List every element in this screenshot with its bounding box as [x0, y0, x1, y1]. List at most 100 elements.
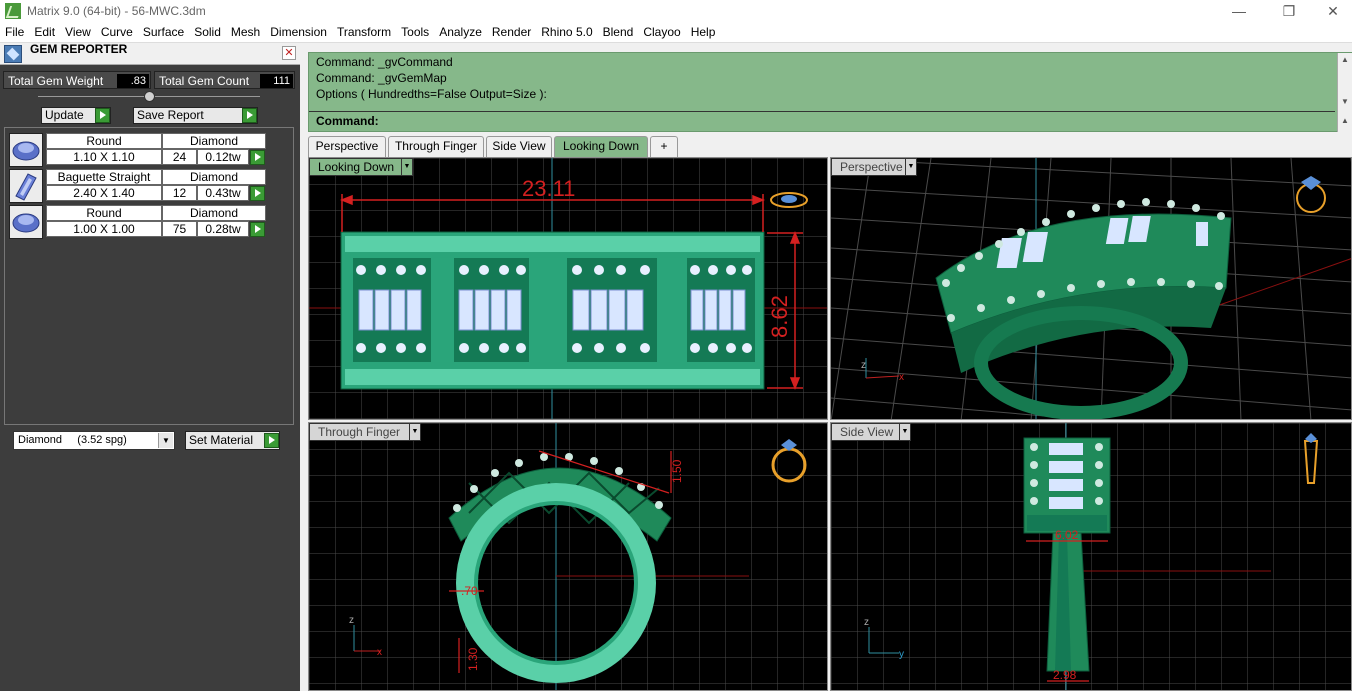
save-report-label: Save Report [137, 108, 204, 122]
menu-curve[interactable]: Curve [96, 25, 138, 39]
menu-transform[interactable]: Transform [332, 25, 396, 39]
svg-text:y: y [899, 649, 904, 660]
gem-weight: 0.12tw [197, 149, 249, 165]
total-gem-count-box: Total Gem Count 111 [154, 71, 295, 89]
svg-text:x: x [377, 647, 382, 658]
ring-view-icon [1296, 176, 1326, 213]
dim-label-b: .70 [461, 584, 478, 598]
title-bar: Matrix 9.0 (64-bit) - 56-MWC.3dm — ❐ ✕ [0, 0, 1352, 22]
minimize-button[interactable]: — [1216, 0, 1262, 22]
gem-row[interactable]: Round Diamond 1.10 X 1.10 24 0.12tw [9, 133, 269, 167]
menu-bar: File Edit View Curve Surface Solid Mesh … [0, 22, 1352, 43]
tab-through-finger[interactable]: Through Finger [388, 136, 484, 157]
gem-row[interactable]: Baguette Straight Diamond 2.40 X 1.40 12… [9, 169, 269, 203]
menu-file[interactable]: File [0, 25, 29, 39]
gem-count: 75 [162, 221, 197, 237]
command-line: Command: _gvCommand [316, 55, 453, 69]
svg-text:z: z [349, 615, 354, 626]
menu-clayoo[interactable]: Clayoo [638, 25, 685, 39]
round-gem-icon [9, 133, 43, 167]
gem-weight: 0.43tw [197, 185, 249, 201]
window-title: Matrix 9.0 (64-bit) - 56-MWC.3dm [27, 4, 206, 18]
panel-close-button[interactable]: ✕ [282, 46, 296, 60]
menu-analyze[interactable]: Analyze [434, 25, 487, 39]
gem-reporter-panel: GEM REPORTER ✕ Total Gem Weight .83 Tota… [0, 43, 300, 691]
chevron-down-icon[interactable]: ▼ [899, 423, 910, 441]
command-line: Options ( Hundredths=False Output=Size )… [316, 87, 547, 101]
update-button[interactable]: Update [41, 107, 111, 124]
material-select-value: Diamond (3.52 spg) [18, 434, 127, 446]
gem-material: Diamond [162, 133, 266, 149]
total-gem-count-label: Total Gem Count [159, 74, 250, 88]
dim-label-a: 6.02 [1055, 528, 1079, 542]
total-gem-weight-label: Total Gem Weight [8, 74, 104, 88]
menu-surface[interactable]: Surface [138, 25, 189, 39]
gem-count: 24 [162, 149, 197, 165]
gem-shape: Baguette Straight [46, 169, 162, 185]
gem-select-button[interactable] [250, 150, 265, 165]
gem-count: 12 [162, 185, 197, 201]
gem-row[interactable]: Round Diamond 1.00 X 1.00 75 0.28tw [9, 205, 269, 239]
menu-help[interactable]: Help [686, 25, 721, 39]
viewport-tabs: Perspective Through Finger Side View Loo… [308, 136, 1352, 157]
dim-width-label: 23.11 [522, 176, 575, 201]
chevron-down-icon[interactable]: ▼ [409, 423, 420, 441]
gem-list: Round Diamond 1.10 X 1.10 24 0.12tw Bagu… [4, 127, 294, 425]
play-icon [264, 433, 279, 448]
menu-tools[interactable]: Tools [396, 25, 434, 39]
save-report-button[interactable]: Save Report [133, 107, 258, 124]
gem-weight: 0.28tw [197, 221, 249, 237]
menu-mesh[interactable]: Mesh [226, 25, 265, 39]
viewport-through-finger[interactable]: 1.50 .70 1.30 z x Through Finger ▼ [308, 422, 828, 691]
gem-select-button[interactable] [250, 186, 265, 201]
size-slider-thumb[interactable] [144, 91, 155, 102]
menu-render[interactable]: Render [487, 25, 536, 39]
viewport-label[interactable]: Through Finger [309, 423, 421, 441]
matrix-app-icon [5, 3, 21, 19]
dim-label-a: 1.50 [670, 459, 684, 483]
command-scrollbar[interactable]: ▲ ▼ ▲ [1337, 53, 1352, 132]
gem-material: Diamond [162, 205, 266, 221]
gem-size: 1.00 X 1.00 [46, 221, 162, 237]
menu-blend[interactable]: Blend [598, 25, 639, 39]
chevron-down-icon[interactable]: ▼ [158, 433, 173, 448]
tab-perspective[interactable]: Perspective [308, 136, 386, 157]
gem-shape: Round [46, 133, 162, 149]
set-material-button[interactable]: Set Material [185, 431, 280, 450]
chevron-down-icon[interactable]: ▼ [401, 158, 412, 176]
menu-solid[interactable]: Solid [189, 25, 226, 39]
tab-side-view[interactable]: Side View [486, 136, 552, 157]
viewport-perspective[interactable]: z x Perspective ▼ [830, 157, 1352, 420]
scroll-up-icon[interactable]: ▲ [1338, 114, 1352, 128]
update-button-label: Update [45, 108, 84, 122]
svg-text:z: z [861, 360, 866, 371]
viewport-label[interactable]: Looking Down [309, 158, 413, 176]
scroll-up-icon[interactable]: ▲ [1338, 53, 1352, 67]
command-history[interactable]: Command: _gvCommand Command: _gvGemMap O… [308, 52, 1352, 132]
svg-text:x: x [899, 372, 904, 383]
gem-select-button[interactable] [250, 222, 265, 237]
scroll-down-icon[interactable]: ▼ [1338, 95, 1352, 109]
add-tab-button[interactable]: + [650, 136, 678, 157]
material-select[interactable]: Diamond (3.52 spg) ▼ [13, 431, 175, 450]
viewport-looking-down[interactable]: 23.11 8.62 Looking Down ▼ [308, 157, 828, 420]
menu-view[interactable]: View [60, 25, 96, 39]
dim-height-label: 8.62 [767, 295, 792, 338]
gem-shape: Round [46, 205, 162, 221]
viewport-side-view[interactable]: 6.02 2.98 z y Side View ▼ [830, 422, 1352, 691]
chevron-down-icon[interactable]: ▼ [905, 158, 916, 176]
command-divider [309, 111, 1335, 112]
menu-edit[interactable]: Edit [29, 25, 60, 39]
total-gem-weight-value: .83 [117, 74, 149, 88]
menu-dimension[interactable]: Dimension [265, 25, 332, 39]
tab-looking-down[interactable]: Looking Down [554, 136, 648, 157]
gem-size: 1.10 X 1.10 [46, 149, 162, 165]
maximize-button[interactable]: ❐ [1266, 0, 1312, 22]
menu-rhino[interactable]: Rhino 5.0 [536, 25, 597, 39]
command-prompt[interactable]: Command: [316, 114, 379, 128]
close-window-button[interactable]: ✕ [1310, 0, 1352, 22]
svg-text:z: z [864, 617, 869, 628]
play-icon [242, 108, 257, 123]
set-material-label: Set Material [189, 433, 254, 447]
round-gem-icon [9, 205, 43, 239]
